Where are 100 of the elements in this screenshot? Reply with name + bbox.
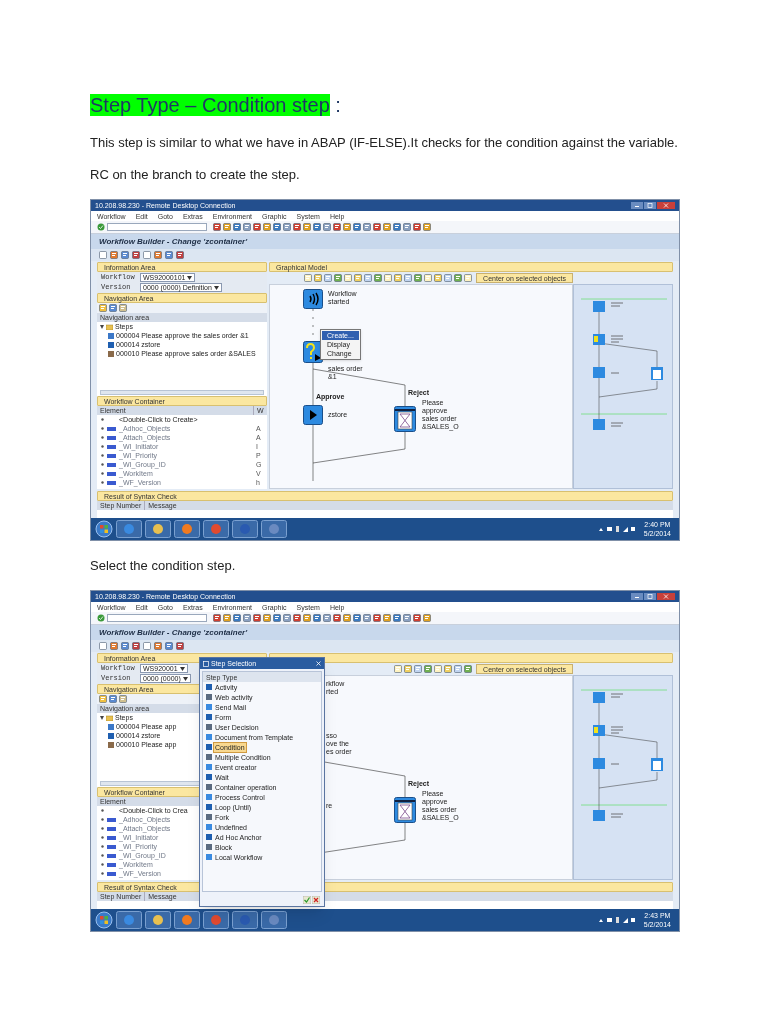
system-tray-icons[interactable] (596, 525, 637, 533)
taskbar-app-icon[interactable] (174, 911, 200, 929)
toolbar-icon[interactable] (99, 251, 107, 259)
toolbar-icon[interactable] (253, 223, 261, 231)
toolbar-icon[interactable] (243, 223, 251, 231)
expand-dot-icon[interactable] (101, 845, 104, 848)
question-mark-icon[interactable] (303, 341, 323, 363)
maximize-icon[interactable] (644, 593, 656, 600)
taskbar-app-icon[interactable] (116, 520, 142, 538)
toolbar-icon[interactable] (110, 251, 118, 259)
expand-dot-icon[interactable] (101, 872, 104, 875)
toolbar-icon[interactable] (333, 223, 341, 231)
toolbar-icon[interactable] (119, 304, 127, 312)
toolbar-icon[interactable] (403, 223, 411, 231)
toolbar-icon[interactable] (223, 614, 231, 622)
maximize-icon[interactable] (644, 202, 656, 209)
command-field[interactable] (107, 223, 207, 231)
expand-dot-icon[interactable] (101, 818, 104, 821)
system-tray-icons[interactable] (596, 916, 637, 924)
toolbar-icon[interactable] (121, 251, 129, 259)
toolbar-icon[interactable] (394, 665, 403, 673)
toolbar-icon[interactable] (314, 274, 323, 282)
toolbar-icon[interactable] (165, 642, 173, 650)
toolbar-icon[interactable] (334, 274, 343, 282)
toolbar-icon[interactable] (464, 274, 473, 282)
toolbar-icon[interactable] (143, 642, 151, 650)
expand-dot-icon[interactable] (101, 436, 104, 439)
taskbar-app-icon[interactable] (145, 911, 171, 929)
toolbar-icon[interactable] (384, 274, 393, 282)
toolbar-icon[interactable] (176, 642, 184, 650)
check-icon[interactable] (97, 614, 105, 622)
start-orb-icon[interactable] (95, 520, 113, 538)
check-icon[interactable] (97, 223, 105, 231)
toolbar-icon[interactable] (444, 665, 453, 673)
dropdown-caret-icon[interactable] (187, 275, 193, 280)
toolbar-icon[interactable] (263, 614, 271, 622)
expand-dot-icon[interactable] (101, 481, 104, 484)
toolbar-icon[interactable] (283, 614, 291, 622)
dropdown-caret-icon[interactable] (213, 285, 219, 290)
toolbar-icon[interactable] (324, 274, 333, 282)
toolbar-icon[interactable] (121, 642, 129, 650)
expand-dot-icon[interactable] (101, 427, 104, 430)
taskbar-app-icon[interactable] (232, 520, 258, 538)
minimize-icon[interactable] (631, 593, 643, 600)
toolbar-icon[interactable] (383, 614, 391, 622)
toolbar-icon[interactable] (383, 223, 391, 231)
toolbar-icon[interactable] (176, 251, 184, 259)
toolbar-icon[interactable] (373, 223, 381, 231)
expand-dot-icon[interactable] (101, 463, 104, 466)
toolbar-icon[interactable] (323, 223, 331, 231)
expand-dot-icon[interactable] (101, 472, 104, 475)
toolbar-icon[interactable] (373, 614, 381, 622)
toolbar-icon[interactable] (293, 223, 301, 231)
toolbar-icon[interactable] (253, 614, 261, 622)
toolbar-icon[interactable] (353, 223, 361, 231)
toolbar-icon[interactable] (423, 614, 431, 622)
section-bar[interactable] (269, 653, 673, 663)
taskbar-app-icon[interactable] (174, 520, 200, 538)
toolbar-icon[interactable] (313, 223, 321, 231)
toolbar-icon[interactable] (413, 614, 421, 622)
expand-dot-icon[interactable] (101, 863, 104, 866)
expand-dot-icon[interactable] (101, 809, 104, 812)
toolbar-icon[interactable] (363, 223, 371, 231)
toolbar-icon[interactable] (132, 251, 140, 259)
toolbar-icon[interactable] (393, 223, 401, 231)
toolbar-icon[interactable] (434, 274, 443, 282)
toolbar-icon[interactable] (154, 642, 162, 650)
toolbar-icon[interactable] (354, 274, 363, 282)
toolbar-icon[interactable] (223, 223, 231, 231)
toolbar-icon[interactable] (464, 665, 473, 673)
toolbar-icon[interactable] (283, 223, 291, 231)
toolbar-icon[interactable] (213, 223, 221, 231)
toolbar-icon[interactable] (363, 614, 371, 622)
toolbar-icon[interactable] (454, 665, 463, 673)
toolbar-icon[interactable] (414, 274, 423, 282)
taskbar-app-icon[interactable] (261, 911, 287, 929)
expand-caret-icon[interactable] (100, 715, 104, 720)
toolbar-icon[interactable] (454, 274, 463, 282)
toolbar-icon[interactable] (143, 251, 151, 259)
toolbar-icon[interactable] (110, 642, 118, 650)
toolbar-icon[interactable] (344, 274, 353, 282)
command-field[interactable] (107, 614, 207, 622)
taskbar-app-icon[interactable] (145, 520, 171, 538)
toolbar-icon[interactable] (293, 614, 301, 622)
toolbar-icon[interactable] (119, 695, 127, 703)
expand-dot-icon[interactable] (101, 445, 104, 448)
toolbar-icon[interactable] (323, 614, 331, 622)
toolbar-icon[interactable] (273, 614, 281, 622)
toolbar-icon[interactable] (303, 614, 311, 622)
toolbar-icon[interactable] (403, 614, 411, 622)
toolbar-icon[interactable] (333, 614, 341, 622)
toolbar-icon[interactable] (99, 642, 107, 650)
toolbar-icon[interactable] (424, 665, 433, 673)
toolbar-icon[interactable] (233, 223, 241, 231)
toolbar-icon[interactable] (353, 614, 361, 622)
expand-dot-icon[interactable] (101, 454, 104, 457)
taskbar-app-icon[interactable] (203, 520, 229, 538)
taskbar-app-icon[interactable] (203, 911, 229, 929)
toolbar-icon[interactable] (154, 251, 162, 259)
toolbar-icon[interactable] (444, 274, 453, 282)
